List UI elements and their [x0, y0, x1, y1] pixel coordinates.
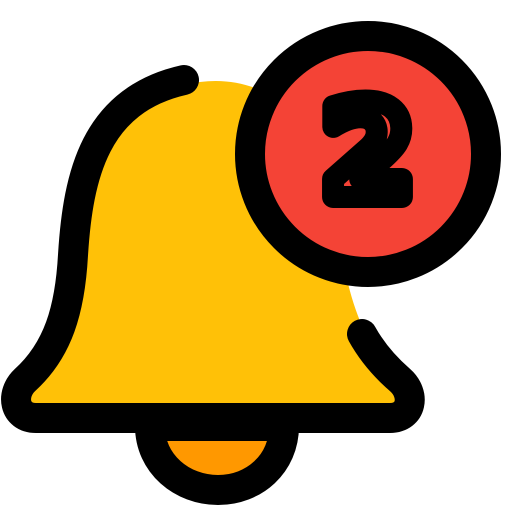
notification-bell-icon[interactable]: 2 [0, 0, 512, 512]
bell-clapper [135, 411, 299, 505]
notification-count: 2 [323, 76, 413, 228]
notification-bell-canvas: 2 [0, 0, 512, 512]
